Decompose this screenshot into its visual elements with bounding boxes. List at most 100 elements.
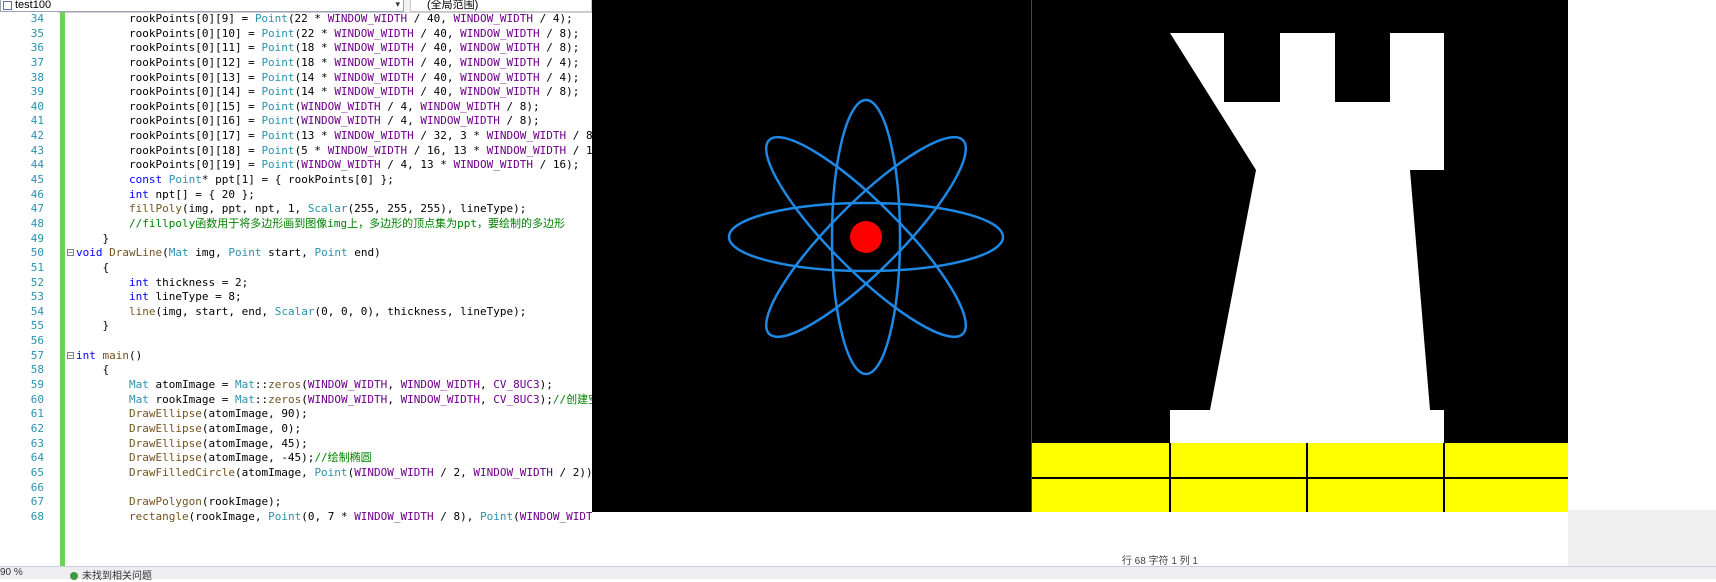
- code-line[interactable]: 47 fillPoly(img, ppt, npt, 1, Scalar(255…: [0, 202, 592, 217]
- code-line[interactable]: 41 rookPoints[0][16] = Point(WINDOW_WIDT…: [0, 114, 592, 129]
- issues-indicator[interactable]: 未找到相关问题: [70, 567, 152, 582]
- code-text: const Point* ppt[1] = { rookPoints[0] };: [128, 173, 394, 187]
- code-line[interactable]: 61 DrawEllipse(atomImage, 90);: [0, 407, 592, 422]
- code-text: }: [76, 319, 110, 333]
- check-icon: [70, 572, 78, 581]
- status-bar: 90 % 未找到相关问题: [0, 566, 1716, 582]
- line-number: 36: [30, 41, 44, 55]
- cursor-position: 行 68 字符 1 列 1: [1121, 556, 1198, 567]
- zoom-level[interactable]: 90 %: [0, 567, 23, 578]
- fold-toggle-icon[interactable]: −: [67, 249, 74, 257]
- code-line[interactable]: 45 const Point* ppt[1] = { rookPoints[0]…: [0, 173, 592, 188]
- code-line[interactable]: 67 DrawPolygon(rookImage);: [0, 495, 592, 510]
- line-number: 35: [30, 26, 44, 40]
- line-number: 64: [30, 451, 44, 465]
- line-number: 44: [30, 158, 44, 172]
- line-number: 50: [30, 246, 44, 260]
- desktop-area: 行 68 字符 1 列 1: [592, 512, 1568, 567]
- code-text: Mat rookImage = Mat::zeros(WINDOW_WIDTH,…: [128, 392, 592, 406]
- code-line[interactable]: 65 DrawFilledCircle(atomImage, Point(WIN…: [0, 466, 592, 481]
- code-text: rookPoints[0][13] = Point(14 * WINDOW_WI…: [76, 70, 580, 84]
- code-text: rookPoints[0][10] = Point(22 * WINDOW_WI…: [76, 26, 580, 40]
- code-line[interactable]: 36 rookPoints[0][11] = Point(18 * WINDOW…: [0, 41, 592, 56]
- code-line[interactable]: 54 line(img, start, end, Scalar(0, 0, 0)…: [0, 305, 592, 320]
- project-icon: [3, 1, 12, 10]
- line-number: 38: [30, 70, 44, 84]
- scope-dropdown-label: (全局范围): [427, 0, 479, 11]
- code-line[interactable]: 35 rookPoints[0][10] = Point(22 * WINDOW…: [0, 27, 592, 42]
- project-dropdown[interactable]: test100 ▾: [0, 0, 404, 12]
- code-line[interactable]: 43 rookPoints[0][18] = Point(5 * WINDOW_…: [0, 144, 592, 159]
- scope-dropdown[interactable]: (全局范围): [410, 0, 592, 12]
- code-text: rookPoints[0][9] = Point(22 * WINDOW_WID…: [76, 12, 573, 25]
- line-number: 48: [30, 216, 44, 230]
- code-line[interactable]: 64 DrawEllipse(atomImage, -45);//绘制椭圆: [0, 451, 592, 466]
- code-line[interactable]: 59 Mat atomImage = Mat::zeros(WINDOW_WID…: [0, 378, 592, 393]
- code-line[interactable]: 44 rookPoints[0][19] = Point(WINDOW_WIDT…: [0, 158, 592, 173]
- code-line[interactable]: 42 rookPoints[0][17] = Point(13 * WINDOW…: [0, 129, 592, 144]
- code-text: void DrawLine(Mat img, Point start, Poin…: [76, 246, 381, 260]
- line-number: 57: [30, 348, 44, 362]
- code-line[interactable]: 57 − int main(): [0, 349, 592, 364]
- line-number: 59: [30, 378, 44, 392]
- code-line[interactable]: 38 rookPoints[0][13] = Point(14 * WINDOW…: [0, 71, 592, 86]
- code-line[interactable]: 55 }: [0, 319, 592, 334]
- code-line[interactable]: 34 rookPoints[0][9] = Point(22 * WINDOW_…: [0, 12, 592, 27]
- code-text: int lineType = 8;: [128, 290, 242, 304]
- code-line[interactable]: 46 int npt[] = { 20 };: [0, 188, 592, 203]
- code-text: Mat atomImage = Mat::zeros(WINDOW_WIDTH,…: [128, 378, 553, 392]
- line-number: 56: [30, 334, 44, 348]
- line-number: 61: [30, 407, 44, 421]
- rook-shape: [1170, 33, 1444, 443]
- line-number: 39: [30, 85, 44, 99]
- rook-canvas: [1032, 33, 1568, 512]
- line-number: 51: [30, 260, 44, 274]
- code-text: rectangle(rookImage, Point(0, 7 * WINDOW…: [128, 509, 592, 523]
- line-number: 63: [30, 436, 44, 450]
- code-text: int main(): [76, 348, 143, 362]
- code-line[interactable]: 50 − void DrawLine(Mat img, Point start, P…: [0, 246, 592, 261]
- code-line[interactable]: 58 {: [0, 363, 592, 378]
- issues-text: 未找到相关问题: [82, 571, 152, 582]
- code-line[interactable]: 66: [0, 481, 592, 496]
- line-number: 46: [30, 187, 44, 201]
- code-text: rookPoints[0][17] = Point(13 * WINDOW_WI…: [76, 129, 592, 143]
- fold-toggle-icon[interactable]: −: [67, 351, 74, 359]
- code-text: rookPoints[0][19] = Point(WINDOW_WIDTH /…: [76, 158, 580, 172]
- code-line[interactable]: 60 Mat rookImage = Mat::zeros(WINDOW_WID…: [0, 393, 592, 408]
- line-number: 68: [30, 509, 44, 523]
- line-number: 65: [30, 465, 44, 479]
- line-number: 43: [30, 143, 44, 157]
- code-line[interactable]: 37 rookPoints[0][12] = Point(18 * WINDOW…: [0, 56, 592, 71]
- line-number: 49: [30, 231, 44, 245]
- code-line[interactable]: 53 int lineType = 8;: [0, 290, 592, 305]
- code-line[interactable]: 63 DrawEllipse(atomImage, 45);: [0, 437, 592, 452]
- code-lines[interactable]: 34 rookPoints[0][9] = Point(22 * WINDOW_…: [0, 12, 592, 524]
- code-text: rookPoints[0][14] = Point(14 * WINDOW_WI…: [76, 85, 580, 99]
- line-number: 54: [30, 304, 44, 318]
- line-number: 62: [30, 421, 44, 435]
- code-line[interactable]: 62 DrawEllipse(atomImage, 0);: [0, 422, 592, 437]
- code-line[interactable]: 51 {: [0, 261, 592, 276]
- atom-image-window: [592, 0, 1031, 512]
- code-text: DrawEllipse(atomImage, -45);//绘制椭圆: [128, 451, 372, 465]
- code-text: DrawEllipse(atomImage, 0);: [128, 421, 302, 435]
- code-text: line(img, start, end, Scalar(0, 0, 0), t…: [128, 304, 527, 318]
- code-line[interactable]: 52 int thickness = 2;: [0, 276, 592, 291]
- code-line[interactable]: 56: [0, 334, 592, 349]
- code-line[interactable]: 39 rookPoints[0][14] = Point(14 * WINDOW…: [0, 85, 592, 100]
- line-number: 45: [30, 173, 44, 187]
- code-line[interactable]: 40 rookPoints[0][15] = Point(WINDOW_WIDT…: [0, 100, 592, 115]
- code-line[interactable]: 68 rectangle(rookImage, Point(0, 7 * WIN…: [0, 510, 592, 525]
- code-editor[interactable]: test100 ▾ (全局范围) 34 rookPoints[0][9] = P…: [0, 0, 592, 578]
- line-number: 40: [30, 99, 44, 113]
- code-text: DrawPolygon(rookImage);: [128, 495, 282, 509]
- code-line[interactable]: 49 }: [0, 232, 592, 247]
- line-number: 41: [30, 114, 44, 128]
- line-number: 37: [30, 55, 44, 69]
- code-line[interactable]: 48 //fillpoly函数用于将多边形画到图像img上，多边形的顶点集为pp…: [0, 217, 592, 232]
- chevron-down-icon: ▾: [395, 0, 400, 9]
- code-text: rookPoints[0][11] = Point(18 * WINDOW_WI…: [76, 41, 580, 55]
- line-number: 66: [30, 480, 44, 494]
- line-number: 53: [30, 290, 44, 304]
